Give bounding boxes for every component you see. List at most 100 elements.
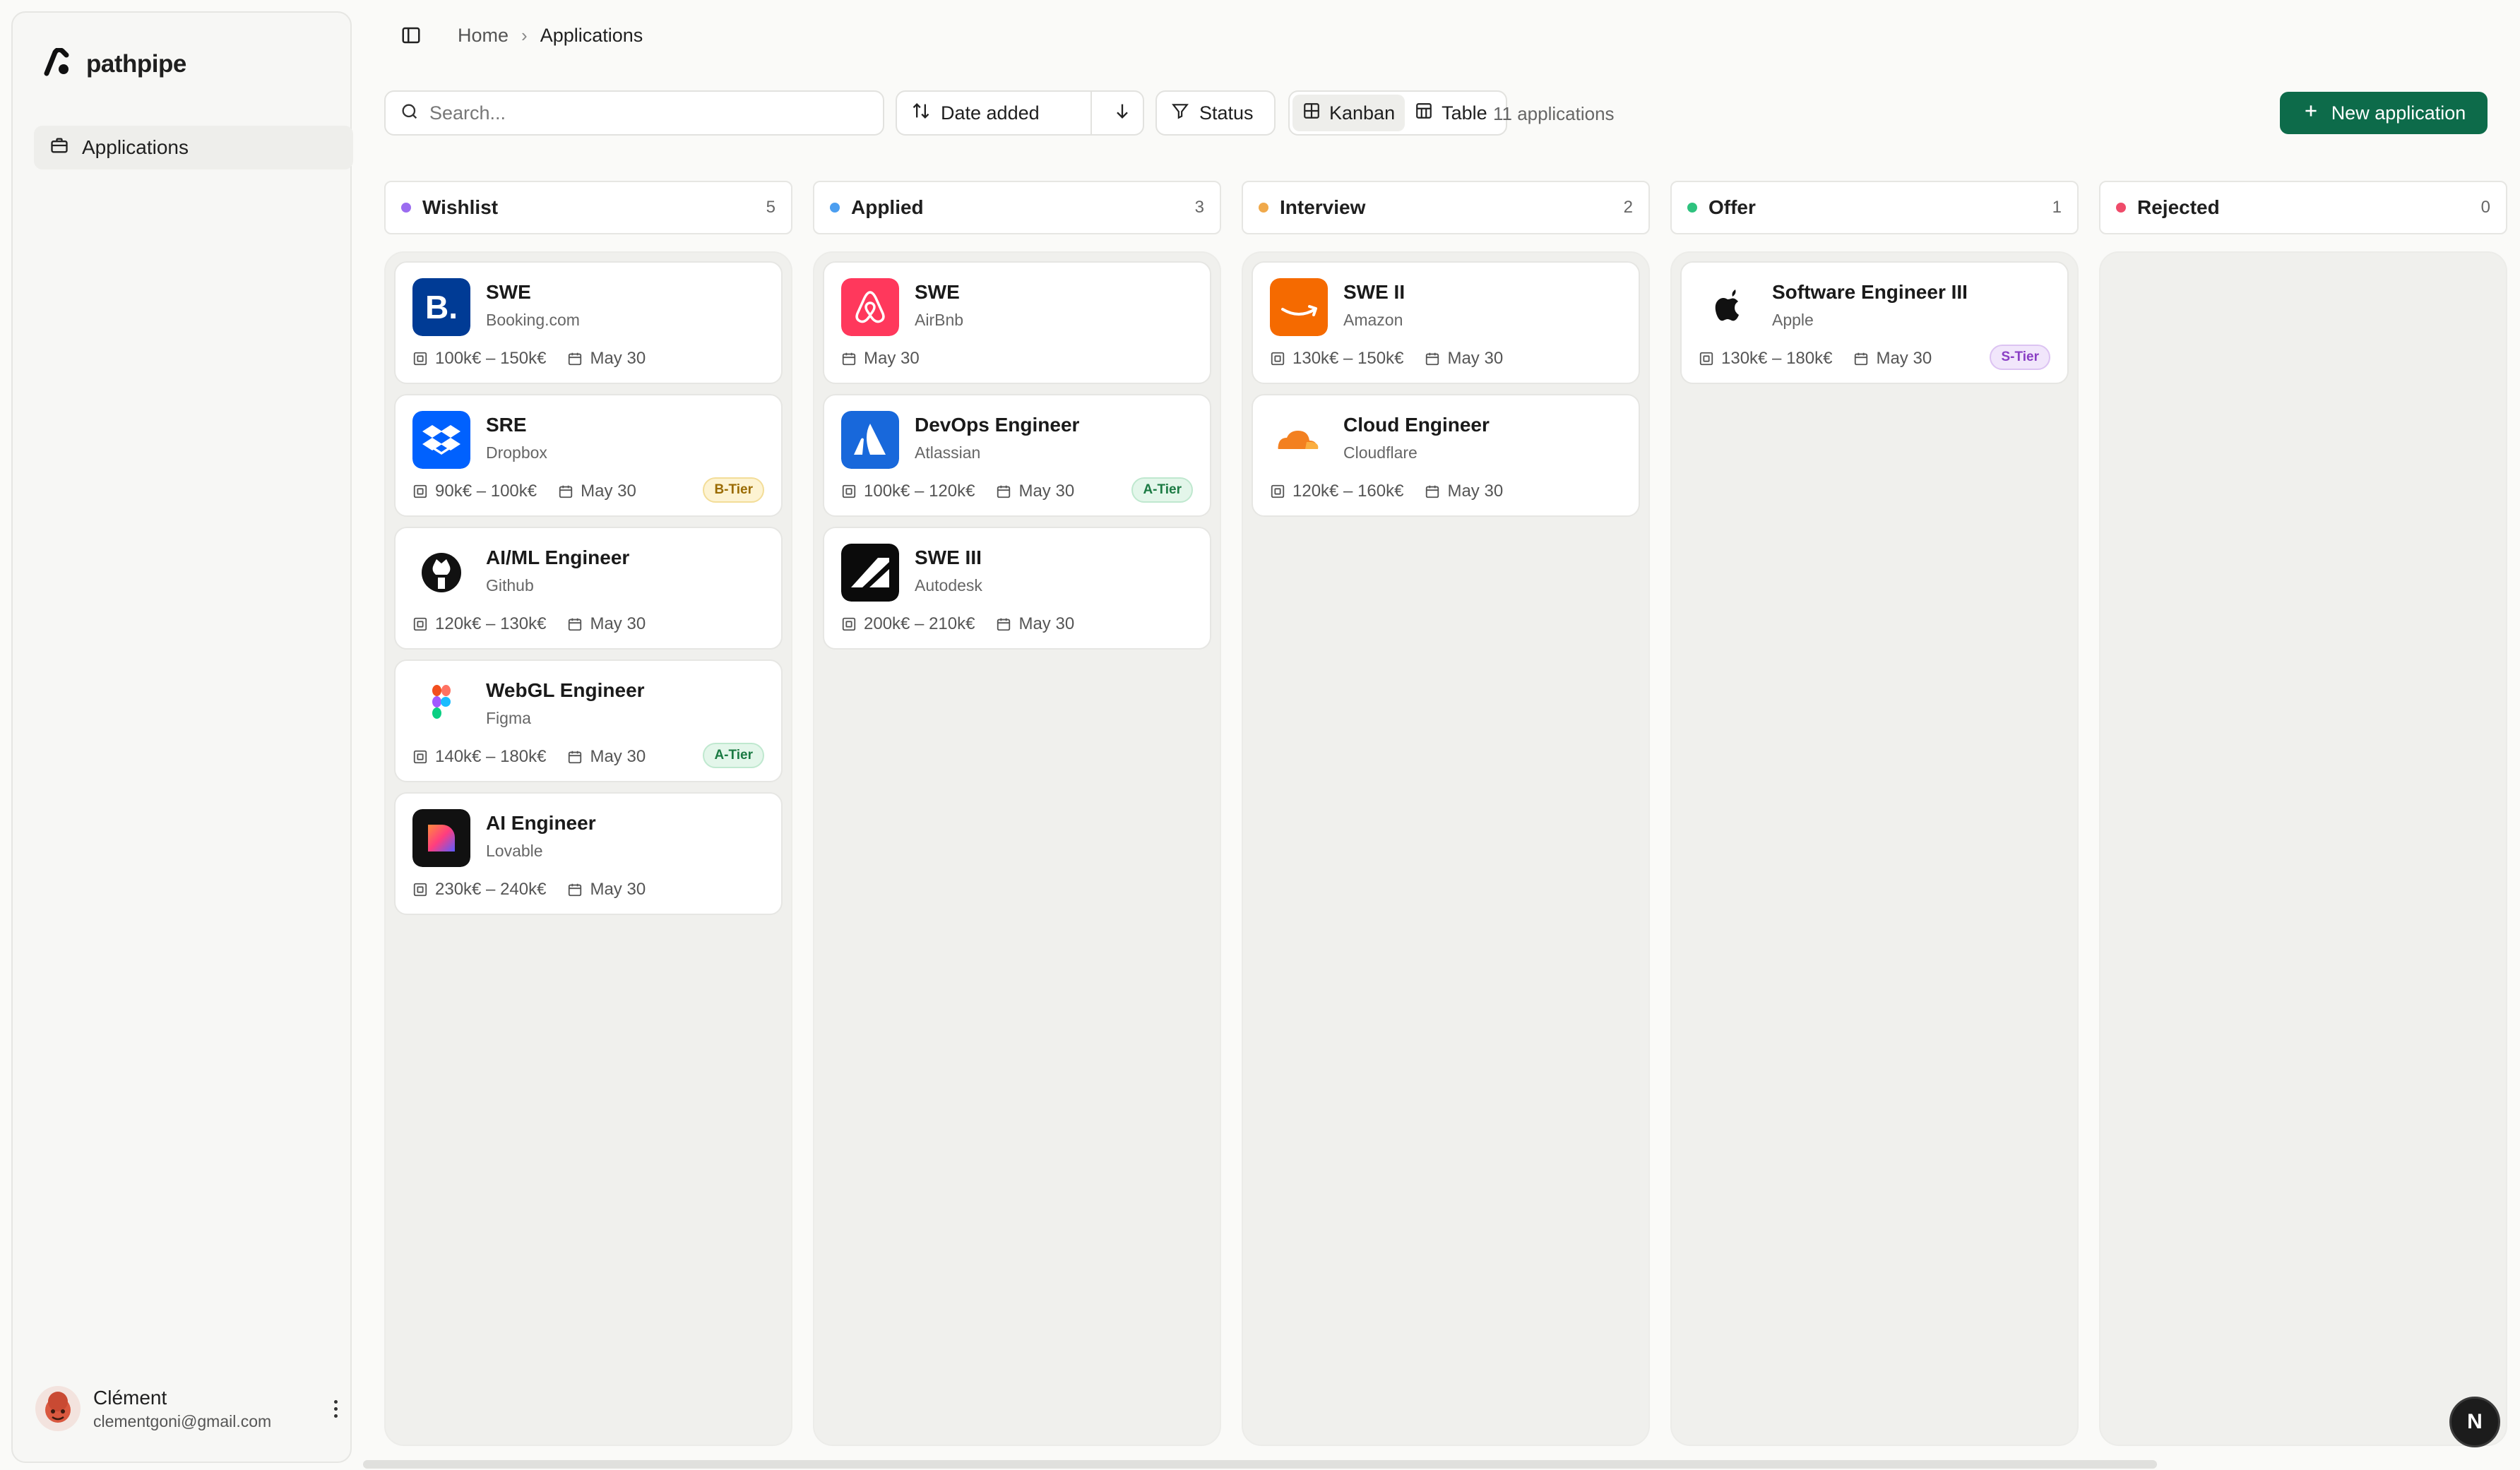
card-meta: 120k€ – 130k€ May 30 (412, 614, 764, 634)
card-salary: 130k€ – 180k€ (1721, 349, 1833, 368)
lovable-logo-icon (412, 809, 470, 867)
card-role: SWE (486, 281, 531, 303)
dropbox-logo-icon (412, 411, 470, 469)
column-count: 1 (2052, 198, 2062, 217)
breadcrumb-home[interactable]: Home (458, 25, 509, 47)
sort-direction-button[interactable] (1102, 92, 1143, 134)
application-card[interactable]: AI Engineer Lovable 230k€ – 240k€ May 30 (394, 792, 783, 915)
calendar-icon (996, 616, 1011, 632)
application-card[interactable]: WebGL Engineer Figma 140k€ – 180k€ May 30 A-… (394, 659, 783, 782)
application-card[interactable]: SWE II Amazon 130k€ – 150k€ May 30 (1252, 261, 1640, 384)
salary-icon (841, 616, 857, 632)
column-title: Interview (1280, 196, 1366, 218)
card-role: SWE (915, 281, 960, 303)
column-header[interactable]: Rejected 0 (2099, 181, 2507, 234)
column-drop-zone[interactable]: Software Engineer III Apple 130k€ – 180k€ M… (1670, 251, 2079, 1446)
column-title: Wishlist (422, 196, 499, 218)
card-company: AirBnb (915, 311, 964, 329)
search-box[interactable] (384, 90, 884, 136)
status-dot (830, 203, 840, 213)
view-switcher: Kanban Table (1288, 90, 1507, 136)
view-table-button[interactable]: Table (1405, 95, 1497, 131)
salary-icon (1699, 351, 1714, 366)
column-header[interactable]: Wishlist 5 (384, 181, 792, 234)
new-application-button[interactable]: New application (2280, 92, 2488, 134)
dev-tools-badge[interactable]: N (2449, 1397, 2500, 1447)
card-meta: 120k€ – 160k€ May 30 (1270, 482, 1622, 501)
status-filter-label: Status (1199, 102, 1254, 124)
more-options-icon[interactable] (325, 1391, 346, 1426)
airbnb-logo-icon (841, 278, 899, 336)
application-card[interactable]: Cloud Engineer Cloudflare 120k€ – 160k€ May… (1252, 394, 1640, 517)
column-drop-zone[interactable] (2099, 251, 2507, 1446)
calendar-icon (567, 882, 583, 897)
column-drop-zone[interactable]: SWE II Amazon 130k€ – 150k€ May 30 Cloud Eng… (1242, 251, 1650, 1446)
column-header[interactable]: Interview 2 (1242, 181, 1650, 234)
application-card[interactable]: DevOps Engineer Atlassian 100k€ – 120k€ May… (823, 394, 1211, 517)
card-salary: 130k€ – 150k€ (1292, 349, 1404, 368)
application-card[interactable]: SWE AirBnb May 30 (823, 261, 1211, 384)
atlassian-logo-icon (841, 411, 899, 469)
application-card[interactable]: B. SWE Booking.com 100k€ – 150k€ May 30 (394, 261, 783, 384)
column-applied: Applied 3 SWE AirBnb May 30 DevOps Engineer At… (813, 181, 1221, 1446)
column-count: 0 (2480, 198, 2490, 217)
card-salary: 140k€ – 180k€ (435, 747, 547, 766)
status-dot (2116, 203, 2126, 213)
card-role: SWE III (915, 546, 982, 568)
card-role: SWE II (1343, 281, 1405, 303)
calendar-icon (996, 484, 1011, 499)
card-date: May 30 (590, 349, 646, 368)
card-company: Cloudflare (1343, 443, 1418, 462)
card-date: May 30 (590, 880, 646, 899)
card-salary: 120k€ – 160k€ (1292, 482, 1404, 501)
card-date: May 30 (1018, 614, 1075, 633)
card-company: Lovable (486, 842, 543, 860)
column-rejected: Rejected 0 (2099, 181, 2507, 1446)
status-filter-button[interactable]: Status (1155, 90, 1276, 136)
application-card[interactable]: Software Engineer III Apple 130k€ – 180k€ M… (1680, 261, 2069, 384)
plus-icon (2302, 102, 2320, 125)
horizontal-scrollbar[interactable] (363, 1460, 2157, 1469)
column-drop-zone[interactable]: B. SWE Booking.com 100k€ – 150k€ May 30 SRE Dr… (384, 251, 792, 1446)
card-salary: 100k€ – 150k€ (435, 349, 547, 368)
card-meta: 230k€ – 240k€ May 30 (412, 880, 764, 900)
card-company: Autodesk (915, 576, 982, 594)
brand[interactable]: pathpipe (42, 47, 186, 80)
status-dot (1687, 203, 1697, 213)
view-kanban-button[interactable]: Kanban (1292, 95, 1405, 131)
card-role: AI/ML Engineer (486, 546, 630, 568)
calendar-icon (1853, 351, 1869, 366)
view-kanban-label: Kanban (1329, 102, 1396, 124)
card-role: SRE (486, 414, 527, 436)
search-input[interactable] (429, 102, 853, 124)
amazon-logo-icon (1270, 278, 1328, 336)
column-interview: Interview 2 SWE II Amazon 130k€ – 150k€ May 3… (1242, 181, 1650, 1446)
sidebar-item-applications[interactable]: Applications (34, 126, 353, 169)
card-salary: 90k€ – 100k€ (435, 482, 537, 501)
booking-logo-icon: B. (412, 278, 470, 336)
sidebar-toggle-icon[interactable] (398, 23, 424, 48)
column-wishlist: Wishlist 5 B. SWE Booking.com 100k€ – 150k€ Ma… (384, 181, 792, 1446)
chevron-right-icon: › (521, 24, 528, 46)
application-card[interactable]: SWE III Autodesk 200k€ – 210k€ May 30 (823, 527, 1211, 650)
card-date: May 30 (1447, 482, 1504, 501)
calendar-icon (567, 749, 583, 765)
application-card[interactable]: SRE Dropbox 90k€ – 100k€ May 30 B-Tier (394, 394, 783, 517)
column-header[interactable]: Applied 3 (813, 181, 1221, 234)
column-drop-zone[interactable]: SWE AirBnb May 30 DevOps Engineer Atlassian 1… (813, 251, 1221, 1446)
application-card[interactable]: AI/ML Engineer Github 120k€ – 130k€ May 30 (394, 527, 783, 650)
card-meta: 130k€ – 150k€ May 30 (1270, 349, 1622, 369)
card-role: Cloud Engineer (1343, 414, 1490, 436)
calendar-icon (1425, 484, 1440, 499)
card-salary: 120k€ – 130k€ (435, 614, 547, 633)
sort-icon (911, 101, 931, 126)
user-profile[interactable]: Clément clementgoni@gmail.com (35, 1377, 346, 1440)
card-date: May 30 (590, 614, 646, 633)
search-icon (400, 102, 420, 125)
apple-logo-icon (1699, 278, 1757, 336)
card-company: Booking.com (486, 311, 580, 329)
column-header[interactable]: Offer 1 (1670, 181, 2079, 234)
briefcase-icon (49, 136, 69, 160)
user-name: Clément (93, 1386, 167, 1409)
sort-field-button[interactable]: Date added (897, 92, 1092, 134)
